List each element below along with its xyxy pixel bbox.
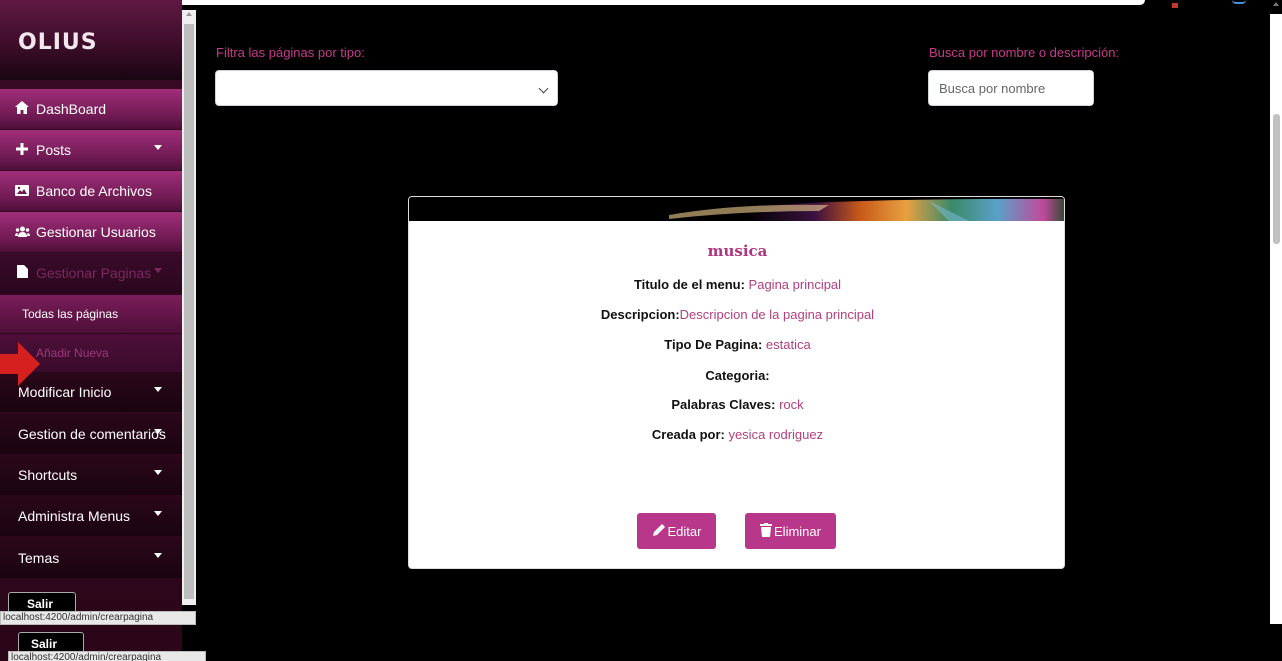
sidebar-item-posts[interactable]: Posts xyxy=(0,130,182,170)
card-banner-image xyxy=(409,197,1064,221)
sidebar-item-label: Banco de Archivos xyxy=(36,183,152,199)
field-label: Palabras Claves: xyxy=(671,397,776,412)
search-label: Busca por nombre o descripción: xyxy=(929,45,1120,60)
sidebar-subitem-todas-paginas[interactable]: Todas las páginas xyxy=(0,295,182,333)
field-value: estatica xyxy=(762,337,811,352)
field-label: Creada por: xyxy=(651,427,725,442)
scroll-up-arrow[interactable] xyxy=(186,12,192,16)
sidebar-item-shortcuts[interactable]: Shortcuts xyxy=(0,455,182,495)
chevron-down-icon xyxy=(154,145,162,150)
chevron-down-icon xyxy=(154,268,162,273)
field-label: Categoria: xyxy=(705,368,770,383)
sidebar-subitem-label: Todas las páginas xyxy=(22,307,119,321)
sidebar-item-gestion-comentarios[interactable]: Gestion de comentarios xyxy=(0,414,182,454)
sidebar-item-banco-archivos[interactable]: Banco de Archivos xyxy=(0,171,182,211)
card-title: musica xyxy=(707,242,768,260)
salir-label: Salir xyxy=(31,637,58,651)
brand-logo: OLIUS xyxy=(18,30,98,55)
card-field-category: Categoria: xyxy=(409,368,1064,383)
field-value: rock xyxy=(775,397,804,412)
filter-type-select[interactable] xyxy=(215,70,558,106)
chevron-down-icon xyxy=(538,83,549,94)
sidebar-item-label: Temas xyxy=(18,550,60,566)
image-icon xyxy=(14,184,30,199)
chevron-down-icon xyxy=(154,429,162,434)
edit-label: Editar xyxy=(667,523,702,539)
browser-indicator-blue xyxy=(1232,0,1246,4)
sidebar-item-dashboard[interactable]: DashBoard xyxy=(0,89,182,129)
status-bar-url: localhost:4200/admin/crearpagina xyxy=(0,611,196,625)
filter-type-label: Filtra las páginas por tipo: xyxy=(216,45,365,60)
chevron-down-icon xyxy=(154,553,162,558)
trash-icon xyxy=(760,522,773,540)
field-label: Titulo de el menu: xyxy=(633,277,745,292)
browser-indicator xyxy=(1172,3,1178,8)
scrollbar-thumb[interactable] xyxy=(184,24,194,599)
sidebar-item-temas[interactable]: Temas xyxy=(0,538,182,578)
field-value: yesica rodriguez xyxy=(724,427,824,442)
sidebar-scrollbar[interactable] xyxy=(182,10,196,605)
field-value: Pagina principal xyxy=(744,277,842,292)
browser-bar xyxy=(115,0,1145,5)
scroll-up-arrow[interactable] xyxy=(1273,2,1279,6)
card-field-created-by: Creada por: yesica rodriguez xyxy=(409,427,1064,442)
users-icon xyxy=(14,225,30,240)
plus-icon xyxy=(14,142,30,158)
home-icon xyxy=(14,101,30,117)
scrollbar-thumb[interactable] xyxy=(1273,114,1280,244)
card-field-page-type: Tipo De Pagina: estatica xyxy=(409,337,1064,352)
page-card: musica Titulo de el menu: Pagina princip… xyxy=(408,196,1065,569)
chevron-down-icon xyxy=(154,387,162,392)
red-arrow-icon xyxy=(0,342,40,386)
sidebar-item-label: Gestion de comentarios xyxy=(18,426,166,442)
card-field-menu-title: Titulo de el menu: Pagina principal xyxy=(409,277,1064,292)
pencil-icon xyxy=(652,523,666,540)
status-bar-url-duplicate: localhost:4200/admin/crearpagina xyxy=(8,651,206,661)
sidebar-item-label: Gestionar Paginas xyxy=(36,265,152,281)
sidebar: OLIUS DashBoard Posts Banco de Archivos … xyxy=(0,0,196,661)
field-label: Tipo De Pagina: xyxy=(664,337,763,352)
sidebar-item-label: Posts xyxy=(36,142,72,158)
main-scrollbar[interactable] xyxy=(1270,2,1282,624)
chevron-down-icon xyxy=(154,470,162,475)
brand-header[interactable]: OLIUS xyxy=(0,0,182,80)
sidebar-item-label: Administra Menus xyxy=(18,508,131,524)
edit-button[interactable]: Editar xyxy=(637,513,716,549)
sidebar-item-label: DashBoard xyxy=(36,101,107,117)
sidebar-item-gestionar-usuarios[interactable]: Gestionar Usuarios xyxy=(0,212,182,252)
sidebar-item-label: Shortcuts xyxy=(18,467,78,483)
delete-button[interactable]: Eliminar xyxy=(745,513,836,549)
sidebar-item-administra-menus[interactable]: Administra Menus xyxy=(0,496,182,536)
card-field-keywords: Palabras Claves: rock xyxy=(409,397,1064,412)
sidebar-item-label: Gestionar Usuarios xyxy=(36,224,156,240)
delete-label: Eliminar xyxy=(774,523,821,539)
field-label: Descripcion: xyxy=(600,307,680,322)
sidebar-item-label: Modificar Inicio xyxy=(18,384,112,400)
file-icon xyxy=(14,265,30,281)
card-field-description: Descripcion:Descripcion de la pagina pri… xyxy=(409,307,1064,322)
chevron-down-icon xyxy=(154,511,162,516)
salir-label: Salir xyxy=(27,597,54,611)
search-input[interactable] xyxy=(928,70,1094,106)
sidebar-item-gestionar-paginas[interactable]: Gestionar Paginas xyxy=(0,253,182,293)
field-value: Descripcion de la pagina principal xyxy=(679,307,875,322)
